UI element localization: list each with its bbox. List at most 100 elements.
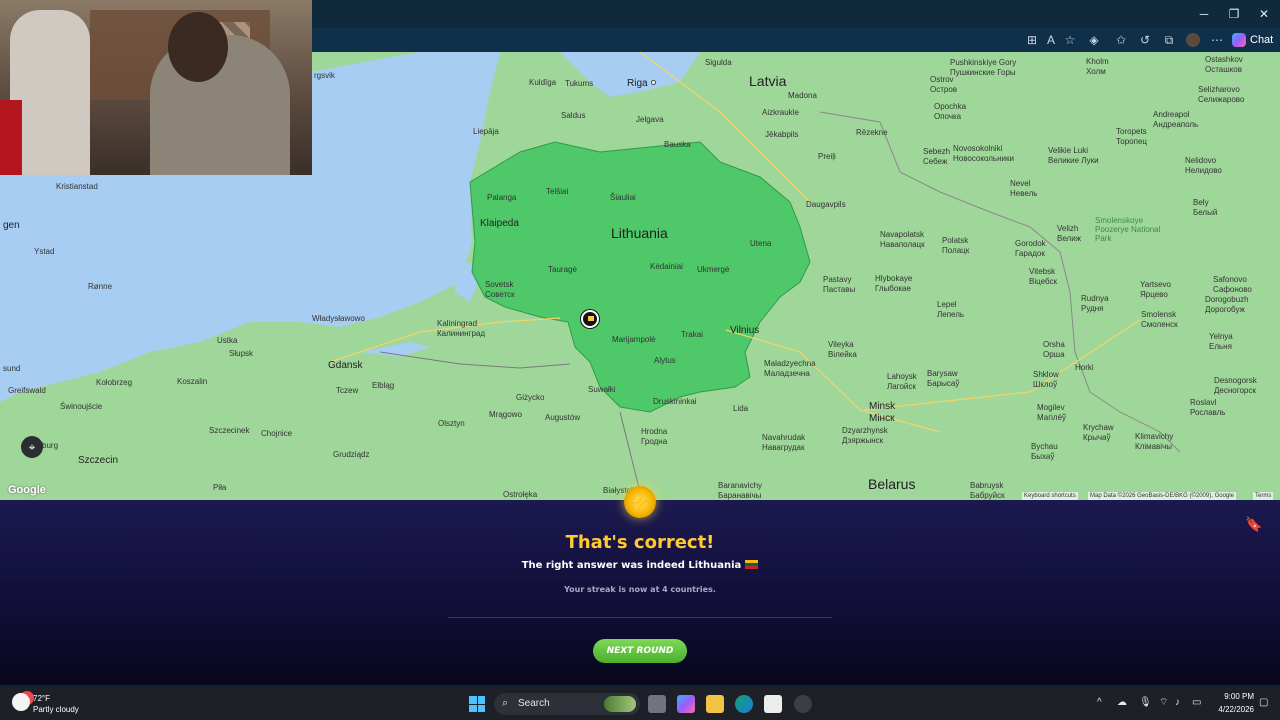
microphone-icon[interactable]: 🎙 (1139, 697, 1152, 709)
city-label: Telšiai (546, 187, 569, 196)
lightning-bolt-icon: ⚡ (624, 486, 656, 518)
read-aloud-icon[interactable]: A (1044, 33, 1058, 47)
city-label: Pastavy (823, 275, 852, 284)
city-label: Ostrołęka (503, 490, 538, 499)
city-label: Лагойск (887, 382, 916, 391)
keyboard-shortcuts-link[interactable]: Keyboard shortcuts (1022, 492, 1078, 500)
city-label: Suwałki (588, 385, 616, 394)
city-label: Клімавічы (1135, 442, 1172, 451)
city-label: Toropets (1116, 127, 1147, 136)
city-label: Віцебск (1029, 277, 1057, 286)
city-label: Elbląg (372, 381, 395, 390)
copilot-chat-button[interactable]: Chat (1232, 32, 1273, 48)
country-label-belarus: Belarus (868, 476, 916, 492)
city-label: Lahoysk (887, 372, 917, 381)
app-grid-icon[interactable]: ⊞ (1025, 33, 1039, 47)
clock-date[interactable]: 4/22/2026 (1212, 705, 1254, 714)
task-view-icon[interactable] (648, 695, 666, 713)
city-label: Шклоў (1033, 380, 1058, 389)
city-label: Дзяржынск (842, 436, 884, 445)
edge-browser-icon[interactable] (735, 695, 753, 713)
city-label: Daugavpils (806, 200, 846, 209)
obs-icon[interactable] (794, 695, 812, 713)
volume-icon[interactable]: ♪ (1175, 697, 1180, 709)
city-label: Koszalin (177, 377, 208, 386)
city-label: burg (42, 441, 59, 450)
city-label: Дорогобуж (1205, 305, 1245, 314)
city-label: Desnogorsk (1214, 376, 1257, 385)
terms-link[interactable]: Terms (1253, 492, 1274, 500)
weather-description[interactable]: Partly cloudy (33, 705, 79, 714)
city-label: Giżycko (516, 393, 545, 402)
city-label: Alytus (654, 356, 676, 365)
city-label: Hlybokaye (875, 274, 913, 283)
wifi-icon[interactable]: ⌔ (1159, 697, 1168, 709)
clock-time[interactable]: 9:00 PM (1212, 692, 1254, 701)
city-label: Andreapol (1153, 110, 1190, 119)
gulf-of-riga (560, 52, 700, 97)
border-line-2 (619, 411, 641, 493)
city-label: Vilnius (730, 325, 760, 336)
screenshot-icon[interactable]: ⧉ (1162, 33, 1176, 47)
city-label: Tczew (336, 386, 359, 395)
city-label: Piła (213, 483, 227, 492)
history-icon[interactable]: ↺ (1138, 33, 1152, 47)
store-icon[interactable] (764, 695, 782, 713)
city-label: Магілёў (1037, 413, 1067, 422)
guess-pin-icon[interactable] (581, 310, 599, 328)
city-label: Sovetsk (485, 280, 514, 289)
city-label: Madona (788, 91, 817, 100)
extensions-icon[interactable]: ◈ (1087, 33, 1101, 47)
search-icon: ⌕ (502, 697, 509, 709)
recenter-location-icon[interactable]: ⌖ (21, 436, 43, 458)
city-label: Невель (1010, 189, 1038, 198)
city-label: Safonovo (1213, 275, 1247, 284)
file-explorer-icon[interactable] (706, 695, 724, 713)
favorite-star-icon[interactable]: ☆ (1063, 33, 1077, 47)
city-label: Shklow (1033, 370, 1059, 379)
city-label: Vitebsk (1029, 267, 1056, 276)
weather-icon[interactable] (12, 693, 30, 711)
favorites-icon[interactable]: ✩ (1114, 33, 1128, 47)
city-label: Маладзечна (764, 369, 810, 378)
city-label: Preiļi (818, 152, 836, 161)
divider (448, 617, 832, 618)
city-label: Nelidovo (1185, 156, 1217, 165)
city-label: rgsvik (314, 71, 335, 80)
more-menu-icon[interactable]: ⋯ (1210, 33, 1224, 47)
google-logo: Google (8, 484, 46, 496)
city-label: Рославль (1190, 408, 1226, 417)
profile-avatar-icon[interactable] (1186, 33, 1200, 47)
start-button[interactable] (469, 696, 485, 712)
cloud-icon[interactable]: ☁ (1117, 697, 1127, 709)
city-label: Навагрудак (762, 443, 805, 452)
city-label: Ystad (34, 247, 55, 256)
city-label: Dzyarzhynsk (842, 426, 888, 435)
city-label: Kristianstad (56, 182, 98, 191)
city-label: Jēkabpils (765, 130, 799, 139)
show-hidden-icons-icon[interactable]: ^ (1097, 697, 1102, 709)
city-label: Бабруйск (970, 491, 1005, 500)
taskbar-search[interactable]: ⌕ Search (494, 693, 640, 715)
city-label: Калининград (437, 329, 486, 338)
city-label: Rudnya (1081, 294, 1109, 303)
city-label: Наваполацк (880, 240, 925, 249)
copilot-taskbar-icon[interactable] (677, 695, 695, 713)
restore-button[interactable]: ❐ (1226, 6, 1242, 22)
city-label: Баранавічы (718, 491, 762, 500)
city-label: Tauragė (548, 265, 577, 274)
city-label: Осташков (1205, 65, 1242, 74)
city-label: Торопец (1116, 137, 1147, 146)
city-label: Vileyka (828, 340, 854, 349)
minimize-button[interactable]: ─ (1196, 6, 1212, 22)
city-label: Hrodna (641, 427, 668, 436)
notifications-icon[interactable]: ▢ (1259, 697, 1268, 709)
city-label: Быхаў (1031, 452, 1055, 461)
city-label: Olsztyn (438, 419, 465, 428)
city-label: Šiauliai (610, 193, 636, 202)
battery-icon[interactable]: ▭ (1192, 697, 1201, 709)
bookmark-icon[interactable]: 🔖 (1245, 516, 1262, 532)
next-round-button[interactable]: NEXT ROUND (593, 639, 687, 663)
weather-temperature[interactable]: 72°F (33, 694, 50, 703)
close-window-button[interactable]: ✕ (1256, 6, 1272, 22)
